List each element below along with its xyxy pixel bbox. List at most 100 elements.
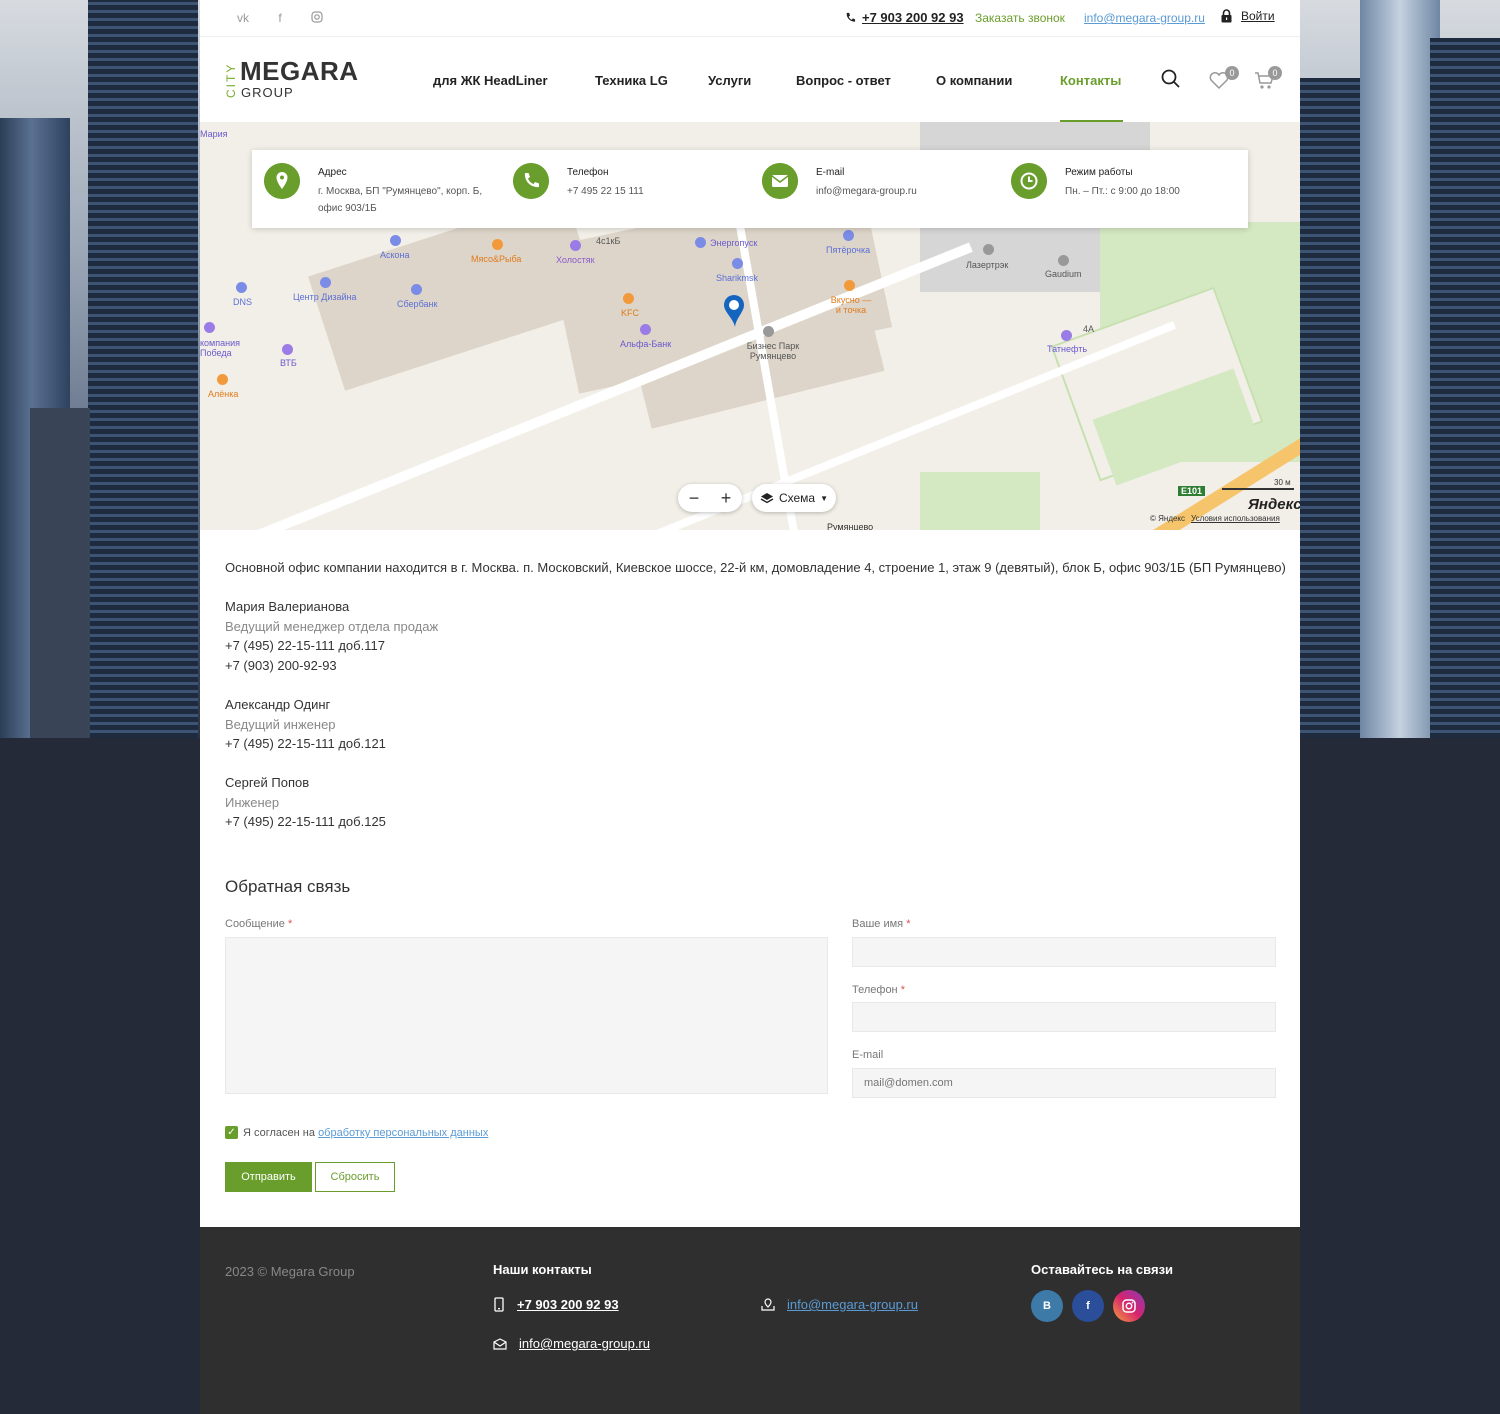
info-phone-value[interactable]: +7 495 22 15 111 <box>567 183 747 200</box>
contact-phone[interactable]: +7 (495) 22-15-111 доб.125 <box>225 814 386 829</box>
poi-icon[interactable] <box>570 240 581 251</box>
required-mark: * <box>287 918 293 930</box>
message-textarea[interactable] <box>225 937 828 1094</box>
footer-email-link-2[interactable]: info@megara-group.ru <box>761 1297 918 1312</box>
footer-phone-link[interactable]: +7 903 200 92 93 <box>493 1297 619 1312</box>
nav-item-about[interactable]: О компании <box>936 73 1012 89</box>
zoom-out-button[interactable]: − <box>689 488 700 509</box>
nav-item-faq[interactable]: Вопрос - ответ <box>796 73 891 89</box>
footer: 2023 © Megara Group Наши контакты +7 903… <box>200 1227 1300 1414</box>
zoom-in-button[interactable]: + <box>721 488 732 509</box>
poi-icon[interactable] <box>492 239 503 250</box>
poi-icon[interactable] <box>844 280 855 291</box>
location-marker-icon[interactable] <box>722 294 746 328</box>
map-scale-bar <box>1222 488 1294 490</box>
email-label: E-mail <box>852 1049 884 1061</box>
poi-icon[interactable] <box>217 374 228 385</box>
top-bar: vk f +7 903 200 92 93 Заказать звонок in… <box>200 0 1300 37</box>
poi-icon[interactable] <box>1058 255 1069 266</box>
map-label: Сбербанк <box>397 299 438 309</box>
map-scheme-label: Схема <box>778 491 816 505</box>
callback-link[interactable]: Заказать звонок <box>975 11 1065 25</box>
logo-name: MEGARA <box>240 56 359 86</box>
info-hours-value: Пн. – Пт.: с 9:00 до 18:00 <box>1065 186 1180 197</box>
poi-icon[interactable] <box>236 282 247 293</box>
phone-input[interactable] <box>852 1002 1276 1032</box>
message-label-text: Сообщение <box>225 918 285 930</box>
map-label: DNS <box>233 297 253 307</box>
facebook-icon[interactable]: f <box>273 11 287 25</box>
poi-icon[interactable] <box>983 244 994 255</box>
poi-icon[interactable] <box>695 237 706 248</box>
clock-icon <box>1011 163 1047 199</box>
nav-item-headliner[interactable]: для ЖК HeadLiner <box>433 73 548 89</box>
facebook-icon[interactable]: f <box>1072 1290 1104 1322</box>
logo[interactable]: CITY MEGARA GROUP <box>224 56 384 100</box>
message-label: Сообщение * <box>225 918 292 930</box>
instagram-icon[interactable] <box>1113 1290 1145 1322</box>
top-phone[interactable]: +7 903 200 92 93 <box>845 10 964 25</box>
name-label: Ваше имя * <box>852 918 910 930</box>
poi-icon[interactable] <box>843 230 854 241</box>
map-label: Алёнка <box>208 389 239 399</box>
map-label: E101 <box>1178 486 1206 496</box>
location-icon <box>264 163 300 199</box>
contact-name: Сергей Попов <box>225 775 310 790</box>
map-copyright: © Яндекс Условия использования <box>1150 514 1280 523</box>
map-label: Gaudium <box>1045 269 1082 279</box>
poi-icon[interactable] <box>390 235 401 246</box>
poi-icon[interactable] <box>1061 330 1072 341</box>
login-link[interactable]: Войти <box>1220 9 1275 23</box>
poi-icon[interactable] <box>763 326 774 337</box>
nav-item-contacts[interactable]: Контакты <box>1060 73 1121 89</box>
contact-phone[interactable]: +7 (495) 22-15-111 доб.121 <box>225 736 386 751</box>
map-label: KFC <box>621 308 639 318</box>
top-email-link[interactable]: info@megara-group.ru <box>1084 11 1205 25</box>
name-input[interactable] <box>852 937 1276 967</box>
footer-phone-number: +7 903 200 92 93 <box>517 1297 619 1312</box>
poi-icon[interactable] <box>320 277 331 288</box>
vk-icon[interactable]: vk <box>236 11 250 25</box>
poi-icon[interactable] <box>411 284 422 295</box>
search-icon[interactable] <box>1160 68 1182 90</box>
map-scale-label: 30 м <box>1274 478 1291 487</box>
vk-icon[interactable]: В <box>1031 1290 1063 1322</box>
map-terms-link[interactable]: Условия использования <box>1191 514 1280 523</box>
info-hours-title: Режим работы <box>1065 167 1133 178</box>
poi-icon[interactable] <box>623 293 634 304</box>
map-label: Энергопуск <box>710 238 758 248</box>
contact-name: Александр Одинг <box>225 697 331 712</box>
poi-icon[interactable] <box>732 258 743 269</box>
contact-phone[interactable]: +7 (903) 200-92-93 <box>225 658 337 673</box>
reset-button[interactable]: Сбросить <box>315 1162 395 1192</box>
nav-item-lg[interactable]: Техника LG <box>595 73 668 89</box>
poi-icon[interactable] <box>640 324 651 335</box>
nav-item-services[interactable]: Услуги <box>708 73 751 89</box>
map-label: Румянцево <box>827 522 874 530</box>
agree-checkbox[interactable]: ✓ <box>225 1126 238 1139</box>
map-label: 4А <box>1083 324 1095 334</box>
top-phone-number[interactable]: +7 903 200 92 93 <box>862 10 964 25</box>
phone-icon <box>846 12 856 22</box>
poi-icon[interactable] <box>282 344 293 355</box>
map-scheme-button[interactable]: Схема ▼ <box>752 484 836 512</box>
lock-icon <box>1221 9 1232 23</box>
contact-phone[interactable]: +7 (495) 22-15-111 доб.117 <box>225 638 385 653</box>
mobile-phone-icon <box>494 1297 504 1312</box>
map-copyright-text: © Яндекс <box>1150 514 1186 523</box>
info-email-title: E-mail <box>816 167 845 178</box>
map-label: Бизнес Парк Румянцево <box>746 341 800 361</box>
info-phone-title: Телефон <box>567 167 609 178</box>
email-input[interactable] <box>852 1068 1276 1098</box>
map-label: Sharikmsk <box>716 273 759 283</box>
contact-role: Ведущий инженер <box>225 717 336 732</box>
submit-button[interactable]: Отправить <box>225 1162 312 1192</box>
map-label: Центр Дизайна <box>293 292 357 302</box>
info-email-value[interactable]: info@megara-group.ru <box>816 183 996 200</box>
poi-icon[interactable] <box>204 322 215 333</box>
agree-text: Я согласен на обработку персональных дан… <box>243 1127 488 1139</box>
instagram-icon[interactable] <box>310 11 324 25</box>
footer-email-link[interactable]: info@megara-group.ru <box>493 1336 650 1351</box>
privacy-policy-link[interactable]: обработку персональных данных <box>318 1127 488 1139</box>
logo-group: GROUP <box>241 85 294 100</box>
